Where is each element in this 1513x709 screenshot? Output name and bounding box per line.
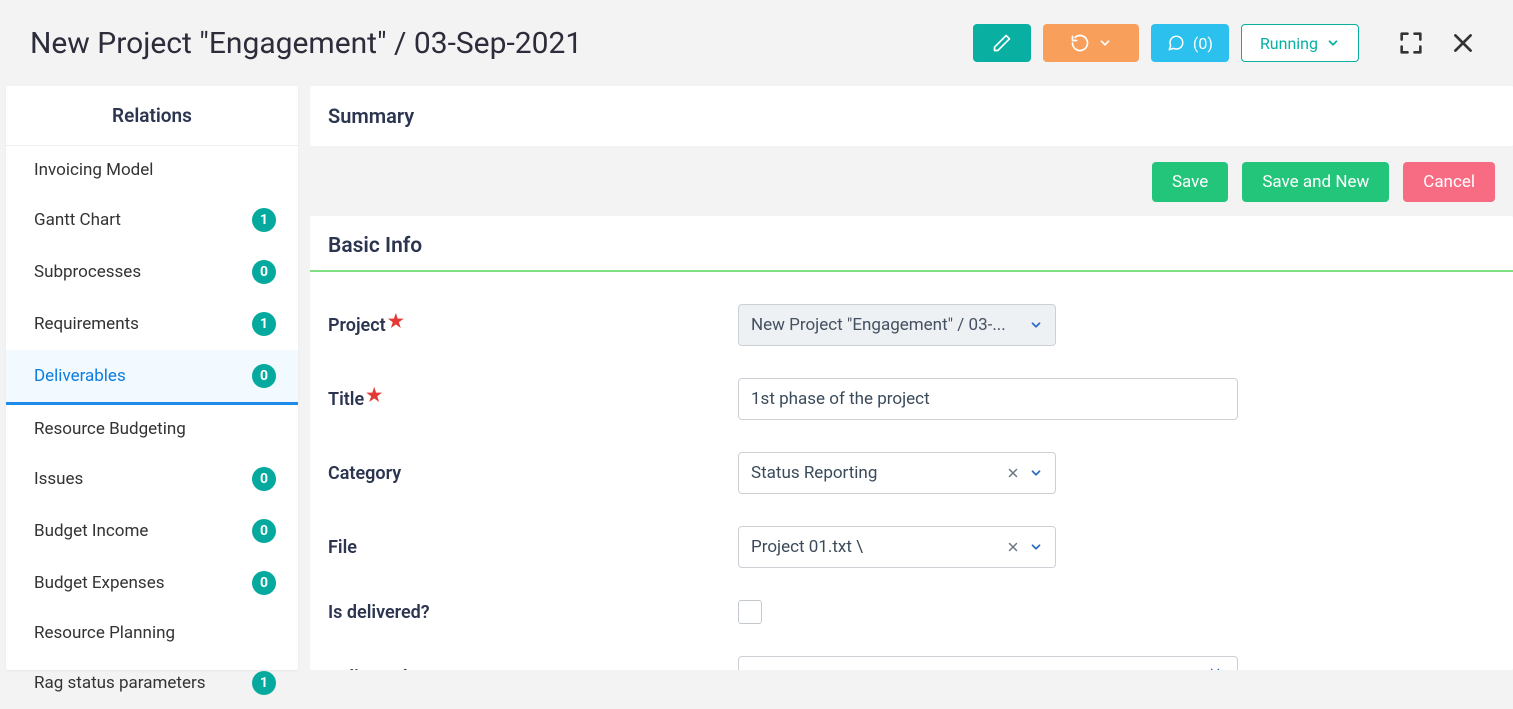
required-star-icon: ★ (366, 391, 382, 401)
edit-button[interactable] (973, 24, 1031, 62)
sidebar-item-label: Rag status parameters (34, 673, 206, 693)
sidebar-item-label: Invoicing Model (34, 160, 153, 180)
clear-icon[interactable] (1007, 467, 1019, 479)
sidebar-item-label: Issues (34, 469, 83, 489)
category-value: Status Reporting (751, 463, 877, 483)
close-icon (1450, 30, 1476, 56)
sidebar-item-invoicing-model[interactable]: Invoicing Model (6, 146, 298, 194)
project-value: New Project "Engagement" / 03-... (751, 315, 1006, 335)
field-title: Title★ (328, 362, 1495, 436)
is-delivered-checkbox[interactable] (738, 600, 762, 624)
title-input[interactable] (751, 379, 1225, 419)
field-is-delivered: Is delivered? (328, 584, 1495, 640)
sidebar-badge: 1 (252, 671, 276, 695)
required-star-icon: ★ (388, 317, 404, 327)
delivery-date-label: Delivery date (328, 667, 433, 671)
title-label: Title (328, 389, 364, 410)
section-title: Basic Info (310, 216, 1513, 272)
refresh-dropdown-button[interactable] (1043, 24, 1139, 62)
sidebar-nav-list: Invoicing Model Gantt Chart 1 Subprocesses 0… (6, 146, 298, 709)
chevron-down-icon (1029, 540, 1043, 554)
sidebar-title: Relations (6, 86, 298, 146)
sidebar-item-label: Gantt Chart (34, 210, 121, 230)
category-select[interactable]: Status Reporting (738, 452, 1056, 494)
sidebar-item-budget-income[interactable]: Budget Income 0 (6, 505, 298, 557)
sidebar-item-label: Resource Budgeting (34, 419, 186, 439)
status-dropdown[interactable]: Running (1241, 24, 1359, 62)
sidebar-badge: 0 (252, 519, 276, 543)
file-value: Project 01.txt \ (751, 537, 863, 557)
sidebar-badge: 0 (252, 467, 276, 491)
pencil-icon (992, 33, 1012, 53)
summary-header: Summary (310, 86, 1513, 146)
form-actions: Save Save and New Cancel (310, 154, 1513, 216)
sidebar-item-label: Deliverables (34, 366, 126, 386)
sidebar-badge: 0 (252, 260, 276, 284)
sidebar-item-budget-expenses[interactable]: Budget Expenses 0 (6, 557, 298, 609)
sidebar-item-label: Budget Expenses (34, 573, 165, 593)
sidebar-item-resource-budgeting[interactable]: Resource Budgeting (6, 405, 298, 453)
fullscreen-icon (1397, 29, 1425, 57)
chevron-down-icon (1029, 318, 1043, 332)
header-bar: New Project "Engagement" / 03-Sep-2021 (… (0, 0, 1513, 86)
project-select[interactable]: New Project "Engagement" / 03-... (738, 304, 1056, 346)
sidebar-badge: 0 (252, 571, 276, 595)
field-project: Project★ New Project "Engagement" / 03-.… (328, 288, 1495, 362)
page-title: New Project "Engagement" / 03-Sep-2021 (30, 26, 582, 61)
chevron-down-icon (1029, 466, 1043, 480)
field-category: Category Status Reporting (328, 436, 1495, 510)
field-delivery-date: Delivery date (328, 640, 1495, 670)
sidebar-item-resource-planning[interactable]: Resource Planning (6, 609, 298, 657)
sidebar-item-deliverables[interactable]: Deliverables 0 (6, 350, 298, 405)
field-file: File Project 01.txt \ (328, 510, 1495, 584)
delivery-date-input[interactable] (738, 656, 1238, 670)
sidebar-item-rag-status-parameters[interactable]: Rag status parameters 1 (6, 657, 298, 709)
status-label: Running (1260, 34, 1318, 53)
is-delivered-label: Is delivered? (328, 602, 430, 623)
fullscreen-button[interactable] (1391, 23, 1431, 63)
refresh-icon (1070, 33, 1090, 53)
comments-count: (0) (1193, 34, 1213, 53)
cancel-button[interactable]: Cancel (1403, 162, 1495, 202)
sidebar-item-label: Budget Income (34, 521, 148, 541)
chevron-down-icon (1098, 36, 1112, 50)
comment-icon (1167, 34, 1185, 52)
clear-icon[interactable] (1007, 541, 1019, 553)
save-and-new-button[interactable]: Save and New (1242, 162, 1389, 202)
relations-sidebar: Relations Invoicing Model Gantt Chart 1 Sub… (6, 86, 298, 670)
project-label: Project (328, 315, 386, 336)
sidebar-badge: 0 (252, 364, 276, 388)
close-button[interactable] (1443, 23, 1483, 63)
sidebar-item-label: Resource Planning (34, 623, 175, 643)
comments-button[interactable]: (0) (1151, 24, 1229, 62)
category-label: Category (328, 463, 401, 484)
sidebar-badge: 1 (252, 208, 276, 232)
sidebar-item-subprocesses[interactable]: Subprocesses 0 (6, 246, 298, 298)
sidebar-item-gantt-chart[interactable]: Gantt Chart 1 (6, 194, 298, 246)
sidebar-item-label: Subprocesses (34, 262, 141, 282)
sidebar-item-issues[interactable]: Issues 0 (6, 453, 298, 505)
chevron-down-icon (1326, 36, 1340, 50)
sidebar-item-label: Requirements (34, 314, 139, 334)
file-label: File (328, 537, 357, 558)
title-input-wrap (738, 378, 1238, 420)
file-select[interactable]: Project 01.txt \ (738, 526, 1056, 568)
header-actions: (0) Running (973, 23, 1483, 63)
sidebar-item-requirements[interactable]: Requirements 1 (6, 298, 298, 350)
save-button[interactable]: Save (1152, 162, 1228, 202)
main-panel: Summary Save Save and New Cancel Basic I… (310, 86, 1513, 670)
form-card: Basic Info Project★ New Project "Engagem… (310, 216, 1513, 670)
sidebar-badge: 1 (252, 312, 276, 336)
